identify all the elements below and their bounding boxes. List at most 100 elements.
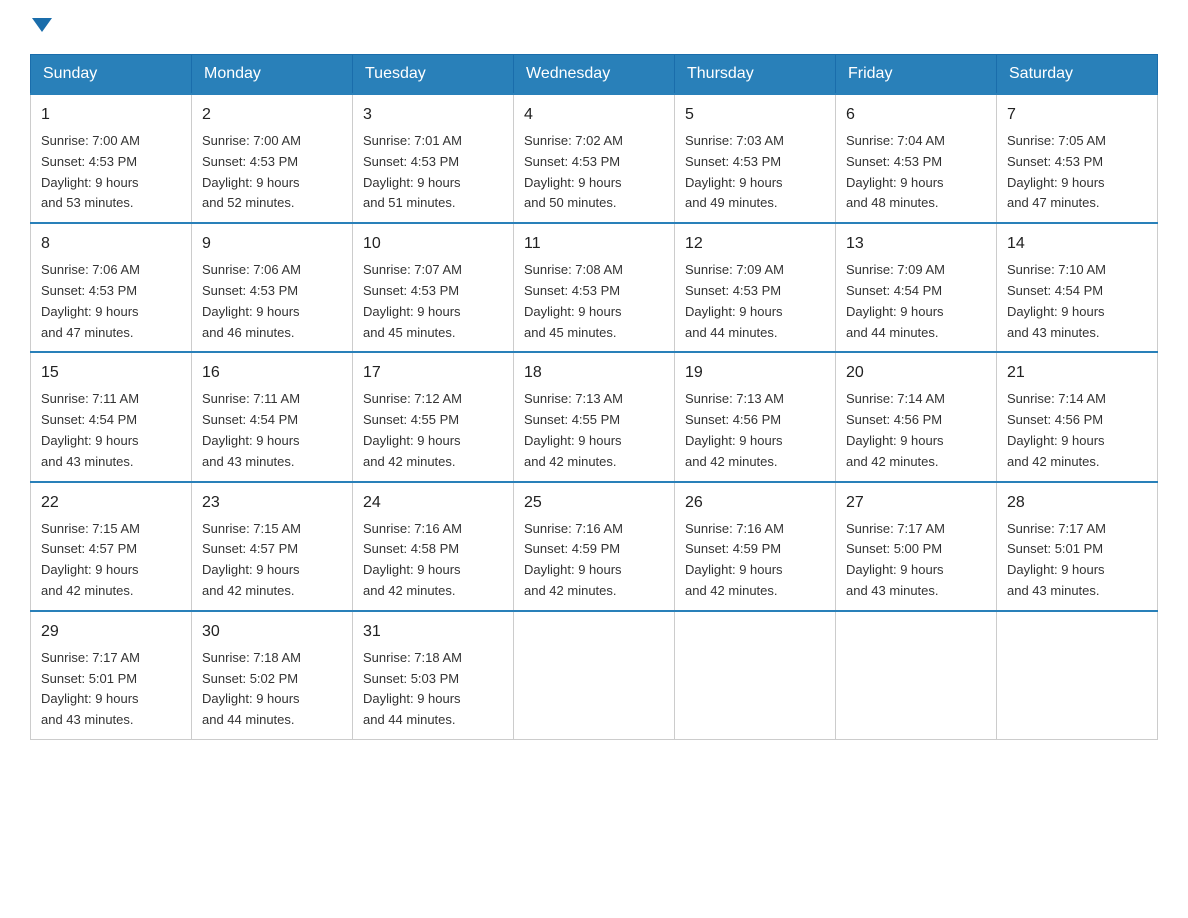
day-cell: 26 Sunrise: 7:16 AMSunset: 4:59 PMDayligh… xyxy=(675,482,836,611)
day-info: Sunrise: 7:11 AMSunset: 4:54 PMDaylight:… xyxy=(41,391,139,468)
day-number: 15 xyxy=(41,361,181,385)
day-info: Sunrise: 7:13 AMSunset: 4:55 PMDaylight:… xyxy=(524,391,623,468)
day-number: 20 xyxy=(846,361,986,385)
day-number: 7 xyxy=(1007,103,1147,127)
calendar-header-saturday: Saturday xyxy=(997,55,1158,95)
day-number: 12 xyxy=(685,232,825,256)
day-info: Sunrise: 7:14 AMSunset: 4:56 PMDaylight:… xyxy=(846,391,945,468)
day-number: 3 xyxy=(363,103,503,127)
day-info: Sunrise: 7:08 AMSunset: 4:53 PMDaylight:… xyxy=(524,262,623,339)
day-number: 16 xyxy=(202,361,342,385)
week-row-2: 8 Sunrise: 7:06 AMSunset: 4:53 PMDaylight… xyxy=(31,223,1158,352)
day-info: Sunrise: 7:18 AMSunset: 5:02 PMDaylight:… xyxy=(202,650,301,727)
calendar-header-friday: Friday xyxy=(836,55,997,95)
day-cell: 4Sunrise: 7:02 AMSunset: 4:53 PMDaylight… xyxy=(514,94,675,223)
day-info: Sunrise: 7:04 AMSunset: 4:53 PMDaylight:… xyxy=(846,133,945,210)
day-number: 10 xyxy=(363,232,503,256)
day-cell: 22 Sunrise: 7:15 AMSunset: 4:57 PMDayligh… xyxy=(31,482,192,611)
week-row-4: 22 Sunrise: 7:15 AMSunset: 4:57 PMDayligh… xyxy=(31,482,1158,611)
calendar-table: SundayMondayTuesdayWednesdayThursdayFrid… xyxy=(30,54,1158,740)
day-number: 13 xyxy=(846,232,986,256)
day-number: 23 xyxy=(202,491,342,515)
day-info: Sunrise: 7:18 AMSunset: 5:03 PMDaylight:… xyxy=(363,650,462,727)
week-row-1: 1Sunrise: 7:00 AMSunset: 4:53 PMDaylight… xyxy=(31,94,1158,223)
day-number: 27 xyxy=(846,491,986,515)
day-number: 14 xyxy=(1007,232,1147,256)
day-number: 21 xyxy=(1007,361,1147,385)
day-cell: 7 Sunrise: 7:05 AMSunset: 4:53 PMDaylight… xyxy=(997,94,1158,223)
day-number: 24 xyxy=(363,491,503,515)
day-info: Sunrise: 7:17 AMSunset: 5:01 PMDaylight:… xyxy=(1007,521,1106,598)
day-number: 17 xyxy=(363,361,503,385)
day-number: 30 xyxy=(202,620,342,644)
week-row-3: 15 Sunrise: 7:11 AMSunset: 4:54 PMDayligh… xyxy=(31,352,1158,481)
day-info: Sunrise: 7:03 AMSunset: 4:53 PMDaylight:… xyxy=(685,133,784,210)
day-cell: 31 Sunrise: 7:18 AMSunset: 5:03 PMDayligh… xyxy=(353,611,514,740)
page-header xyxy=(30,20,1158,34)
day-info: Sunrise: 7:12 AMSunset: 4:55 PMDaylight:… xyxy=(363,391,462,468)
day-cell: 27 Sunrise: 7:17 AMSunset: 5:00 PMDayligh… xyxy=(836,482,997,611)
day-cell: 17 Sunrise: 7:12 AMSunset: 4:55 PMDayligh… xyxy=(353,352,514,481)
calendar-header-monday: Monday xyxy=(192,55,353,95)
day-number: 6 xyxy=(846,103,986,127)
day-number: 8 xyxy=(41,232,181,256)
day-info: Sunrise: 7:06 AMSunset: 4:53 PMDaylight:… xyxy=(202,262,301,339)
day-number: 2 xyxy=(202,103,342,127)
day-info: Sunrise: 7:01 AMSunset: 4:53 PMDaylight:… xyxy=(363,133,462,210)
day-info: Sunrise: 7:16 AMSunset: 4:59 PMDaylight:… xyxy=(524,521,623,598)
day-cell: 16Sunrise: 7:11 AMSunset: 4:54 PMDayligh… xyxy=(192,352,353,481)
day-cell: 3 Sunrise: 7:01 AMSunset: 4:53 PMDaylight… xyxy=(353,94,514,223)
day-cell xyxy=(836,611,997,740)
day-info: Sunrise: 7:00 AMSunset: 4:53 PMDaylight:… xyxy=(202,133,301,210)
day-cell: 2 Sunrise: 7:00 AMSunset: 4:53 PMDaylight… xyxy=(192,94,353,223)
calendar-header-sunday: Sunday xyxy=(31,55,192,95)
day-cell: 28Sunrise: 7:17 AMSunset: 5:01 PMDayligh… xyxy=(997,482,1158,611)
day-cell: 5 Sunrise: 7:03 AMSunset: 4:53 PMDaylight… xyxy=(675,94,836,223)
day-cell: 12 Sunrise: 7:09 AMSunset: 4:53 PMDayligh… xyxy=(675,223,836,352)
day-cell: 24 Sunrise: 7:16 AMSunset: 4:58 PMDayligh… xyxy=(353,482,514,611)
day-info: Sunrise: 7:17 AMSunset: 5:00 PMDaylight:… xyxy=(846,521,945,598)
day-number: 22 xyxy=(41,491,181,515)
day-info: Sunrise: 7:10 AMSunset: 4:54 PMDaylight:… xyxy=(1007,262,1106,339)
calendar-header-wednesday: Wednesday xyxy=(514,55,675,95)
day-number: 9 xyxy=(202,232,342,256)
day-info: Sunrise: 7:05 AMSunset: 4:53 PMDaylight:… xyxy=(1007,133,1106,210)
day-number: 5 xyxy=(685,103,825,127)
day-cell: 18 Sunrise: 7:13 AMSunset: 4:55 PMDayligh… xyxy=(514,352,675,481)
day-cell: 20 Sunrise: 7:14 AMSunset: 4:56 PMDayligh… xyxy=(836,352,997,481)
day-number: 29 xyxy=(41,620,181,644)
day-cell: 14 Sunrise: 7:10 AMSunset: 4:54 PMDayligh… xyxy=(997,223,1158,352)
day-cell: 8 Sunrise: 7:06 AMSunset: 4:53 PMDaylight… xyxy=(31,223,192,352)
calendar-header-thursday: Thursday xyxy=(675,55,836,95)
day-cell xyxy=(514,611,675,740)
day-cell: 25 Sunrise: 7:16 AMSunset: 4:59 PMDayligh… xyxy=(514,482,675,611)
day-cell: 30 Sunrise: 7:18 AMSunset: 5:02 PMDayligh… xyxy=(192,611,353,740)
day-cell xyxy=(675,611,836,740)
day-info: Sunrise: 7:16 AMSunset: 4:58 PMDaylight:… xyxy=(363,521,462,598)
logo-triangle-icon xyxy=(32,18,52,32)
day-number: 18 xyxy=(524,361,664,385)
day-cell: 19 Sunrise: 7:13 AMSunset: 4:56 PMDayligh… xyxy=(675,352,836,481)
day-cell: 15 Sunrise: 7:11 AMSunset: 4:54 PMDayligh… xyxy=(31,352,192,481)
day-cell xyxy=(997,611,1158,740)
day-info: Sunrise: 7:09 AMSunset: 4:53 PMDaylight:… xyxy=(685,262,784,339)
day-info: Sunrise: 7:13 AMSunset: 4:56 PMDaylight:… xyxy=(685,391,784,468)
day-cell: 9 Sunrise: 7:06 AMSunset: 4:53 PMDaylight… xyxy=(192,223,353,352)
week-row-5: 29 Sunrise: 7:17 AMSunset: 5:01 PMDayligh… xyxy=(31,611,1158,740)
day-info: Sunrise: 7:15 AMSunset: 4:57 PMDaylight:… xyxy=(41,521,140,598)
day-number: 25 xyxy=(524,491,664,515)
day-number: 4 xyxy=(524,103,664,127)
day-cell: 6 Sunrise: 7:04 AMSunset: 4:53 PMDaylight… xyxy=(836,94,997,223)
calendar-header-tuesday: Tuesday xyxy=(353,55,514,95)
day-cell: 21 Sunrise: 7:14 AMSunset: 4:56 PMDayligh… xyxy=(997,352,1158,481)
day-info: Sunrise: 7:06 AMSunset: 4:53 PMDaylight:… xyxy=(41,262,140,339)
day-number: 31 xyxy=(363,620,503,644)
day-info: Sunrise: 7:14 AMSunset: 4:56 PMDaylight:… xyxy=(1007,391,1106,468)
day-number: 26 xyxy=(685,491,825,515)
day-info: Sunrise: 7:17 AMSunset: 5:01 PMDaylight:… xyxy=(41,650,140,727)
day-info: Sunrise: 7:07 AMSunset: 4:53 PMDaylight:… xyxy=(363,262,462,339)
calendar-header-row: SundayMondayTuesdayWednesdayThursdayFrid… xyxy=(31,55,1158,95)
day-number: 19 xyxy=(685,361,825,385)
day-cell: 23Sunrise: 7:15 AMSunset: 4:57 PMDayligh… xyxy=(192,482,353,611)
day-info: Sunrise: 7:16 AMSunset: 4:59 PMDaylight:… xyxy=(685,521,784,598)
